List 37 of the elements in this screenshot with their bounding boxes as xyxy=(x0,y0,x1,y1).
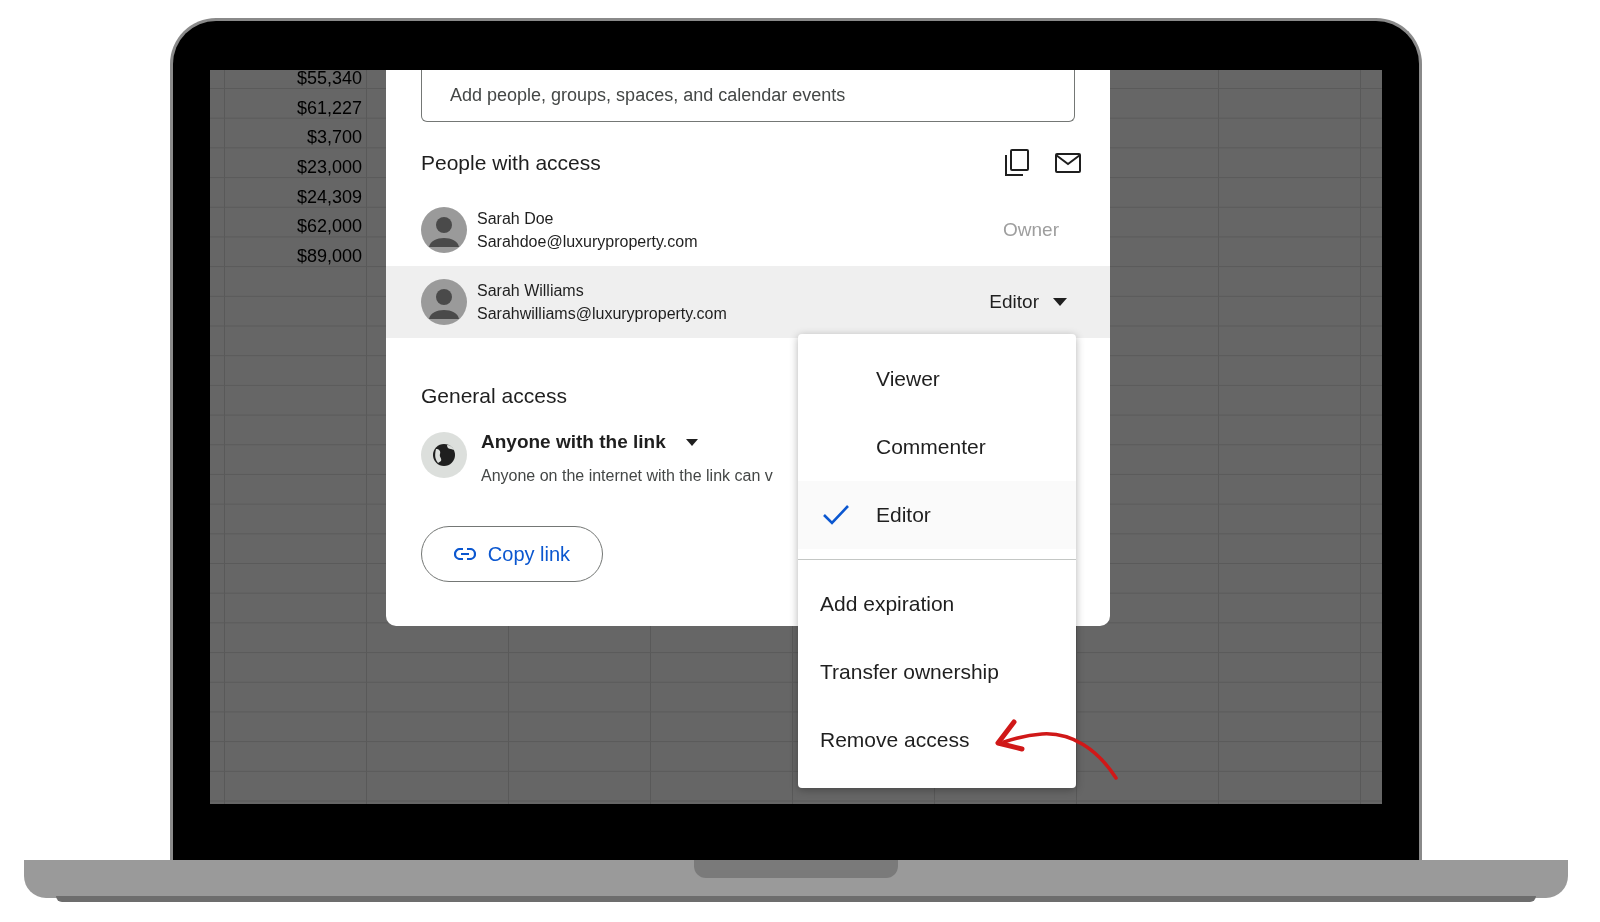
email-icon[interactable] xyxy=(1055,153,1081,173)
menu-item[interactable]: Viewer xyxy=(798,345,1076,413)
spreadsheet-cell-text: $61,227 xyxy=(296,96,362,120)
globe-icon xyxy=(421,431,467,478)
add-people-field[interactable]: Add people, groups, spaces, and calendar events xyxy=(421,70,1075,122)
spreadsheet-cell-text: $24,309 xyxy=(296,185,362,209)
link-icon xyxy=(453,547,476,560)
link-description: Anyone on the internet with the link can v xyxy=(481,465,773,486)
caret-icon xyxy=(685,439,698,446)
person-email: Sarahwilliams@luxuryproperty.com xyxy=(477,304,728,324)
person-name: Sarah Williams xyxy=(477,281,585,301)
spreadsheet-cell-text: $3,700 xyxy=(306,126,362,150)
menu-item[interactable]: Transfer ownership xyxy=(798,638,1076,706)
role-dropdown[interactable]: Editor xyxy=(989,287,1067,317)
person-name: Sarah Doe xyxy=(477,209,555,229)
person-email: Sarahdoe@luxuryproperty.com xyxy=(477,232,699,252)
copy-icon[interactable] xyxy=(1005,149,1029,177)
menu-item[interactable]: Editor xyxy=(798,481,1076,549)
menu-item-label: Viewer xyxy=(876,366,940,393)
role-label: Owner xyxy=(1003,217,1059,242)
spreadsheet-cell-text: $62,000 xyxy=(296,215,362,239)
menu-item-label: Commenter xyxy=(876,434,986,461)
spreadsheet-cell-text: $55,340 xyxy=(296,70,362,90)
spreadsheet-cell-text: $89,000 xyxy=(296,245,362,269)
avatar xyxy=(421,207,467,253)
section-heading: General access xyxy=(421,383,567,409)
caret-icon xyxy=(1053,298,1067,306)
link-access-dropdown[interactable]: Anyone with the link xyxy=(481,427,773,458)
menu-item[interactable]: Remove access xyxy=(798,706,1076,774)
menu-item-label: Editor xyxy=(876,502,931,529)
menu-item[interactable]: Add expiration xyxy=(798,570,1076,638)
menu-item[interactable]: Commenter xyxy=(798,413,1076,481)
checkmark-icon xyxy=(823,505,849,525)
avatar xyxy=(421,279,467,325)
section-heading: People with access xyxy=(421,150,601,177)
spreadsheet-cell-text: $23,000 xyxy=(296,156,362,180)
person-row[interactable]: Sarah Williams Sarahwilliams@luxuryproperty.com Editor xyxy=(386,266,1110,338)
